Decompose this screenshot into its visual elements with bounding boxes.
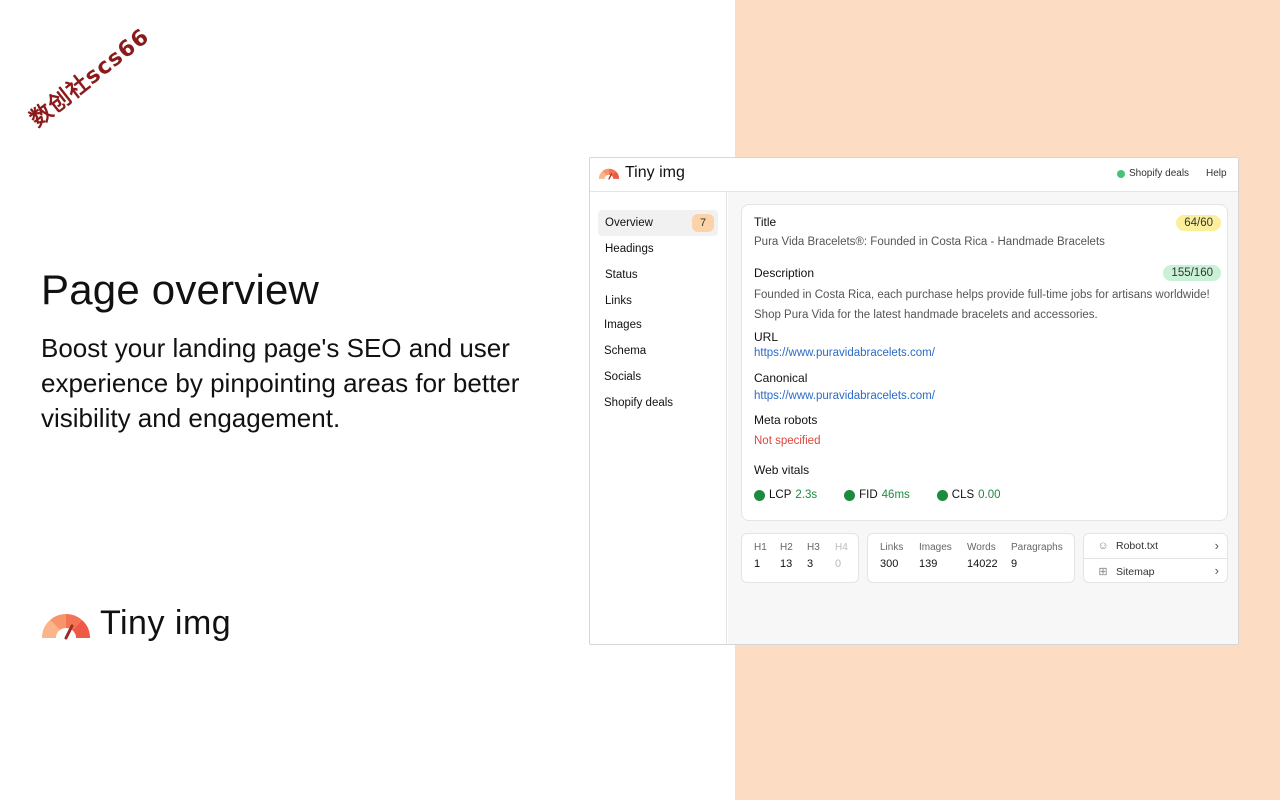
title-label: Title [754,215,777,229]
heading-stat: H4 0 [835,542,848,570]
content-summary-card[interactable]: Links 300 Images 139 Words 14022 Paragra… [867,533,1075,583]
vital-name: FID [859,489,878,501]
meta-robots-label: Meta robots [754,413,818,427]
page-subtitle: Boost your landing page's SEO and user e… [41,333,520,433]
sidebar-item-shopify-deals[interactable]: Shopify deals [598,390,718,416]
stat-label: H1 [754,542,767,553]
title-length-badge: 64/60 [1176,215,1221,231]
description-value: Founded in Costa Rica, each purchase hel… [754,289,1210,321]
sidebar-item-label: Status [605,269,638,281]
stat-value: 1 [754,558,761,570]
vital-lcp: LCP 2.3s [754,489,817,501]
sidebar-item-links[interactable]: Links [598,288,718,314]
sidebar-item-headings[interactable]: Headings [598,236,718,262]
shopify-deals-label: Shopify deals [1129,168,1190,179]
vital-cls: CLS 0.00 [936,489,1001,501]
status-dot-icon [1117,169,1125,178]
stat-label: Links [880,542,904,553]
brand-name: Tiny img [100,604,232,642]
sitemap-row[interactable]: ⊞ Sitemap › [1084,559,1227,584]
vital-value: 0.00 [978,489,1001,501]
content-stat: Words 14022 [967,542,998,570]
sidebar-item-label: Images [604,319,642,331]
headings-summary-card[interactable]: H1 1 H2 13 H3 3 H4 0 [741,533,859,583]
main-content: Title 64/60 Pura Vida Bracelets®: Founde… [728,192,1238,644]
stat-value: 139 [919,558,938,570]
vital-fid: FID 46ms [844,489,910,501]
vital-value: 2.3s [795,489,818,501]
count-badge: 7 [692,214,714,232]
title-value: Pura Vida Bracelets®: Founded in Costa R… [754,236,1105,248]
sidebar-item-label: Schema [604,345,647,357]
meta-robots-value: Not specified [754,435,821,447]
sidebar-item-socials[interactable]: Socials [598,364,718,390]
status-dot-icon [936,489,948,501]
sidebar-item-overview[interactable]: Overview 7 [598,210,718,236]
stat-value: 14022 [967,558,998,570]
stat-label: H4 [835,542,848,553]
gauge-logo-icon [41,613,91,639]
content-stat: Images 139 [919,542,952,570]
app-logo-text: Tiny img [625,164,685,181]
app-logo[interactable]: Tiny img [598,164,685,182]
vital-name: LCP [769,489,792,501]
sidebar-item-label: Links [605,295,632,307]
web-vitals-list: LCP 2.3s FID 46ms CLS 0.00 [754,489,1028,501]
app-topbar: Tiny img Shopify deals Help [590,158,1238,192]
stat-value: 9 [1011,558,1018,570]
stat-value: 3 [807,558,814,570]
brand-logo: Tiny img [40,604,231,643]
sidebar-item-status[interactable]: Status [598,262,718,288]
app-window: Tiny img Shopify deals Help Overview 7 H… [589,157,1239,645]
heading-stat: H1 1 [754,542,767,570]
canonical-link[interactable]: https://www.puravidabracelets.com/ [754,390,935,402]
stat-value: 13 [780,558,793,570]
description-length-badge: 155/160 [1163,265,1221,281]
description-label: Description [754,266,815,280]
overview-card: Title 64/60 Pura Vida Bracelets®: Founde… [741,204,1228,521]
url-label: URL [754,330,779,344]
web-vitals-label: Web vitals [754,463,810,477]
canonical-label: Canonical [754,371,808,385]
stat-value: 300 [880,558,899,570]
sidebar-item-images[interactable]: Images [598,312,718,338]
sidebar-item-label: Socials [604,371,642,383]
robots-txt-row[interactable]: ☺ Robot.txt › [1084,534,1227,559]
help-link[interactable]: Help [1206,168,1227,179]
resource-label: Robot.txt [1116,540,1159,552]
vital-value: 46ms [881,489,910,501]
sidebar-item-label: Overview [605,217,653,229]
vital-name: CLS [951,489,975,501]
sidebar-item-label: Shopify deals [604,397,674,409]
chevron-right-icon: › [1214,538,1219,553]
content-stat: Links 300 [880,542,903,570]
resource-label: Sitemap [1116,565,1155,578]
robot-icon: ☺ [1097,540,1109,552]
stat-label: H3 [807,542,820,553]
sidebar-item-schema[interactable]: Schema [598,338,718,364]
sitemap-icon: ⊞ [1098,566,1108,578]
status-dot-icon [754,489,765,501]
page-title: Page overview [41,266,320,313]
stat-label: Paragraphs [1011,542,1063,553]
url-link[interactable]: https://www.puravidabracelets.com/ [754,347,935,359]
heading-stat: H3 3 [807,542,820,570]
sidebar-item-label: Headings [605,243,654,255]
stat-label: Words [967,542,996,553]
sidebar: Overview 7 Headings Status Links Images … [590,192,727,644]
chevron-right-icon: › [1214,563,1219,578]
shopify-deals-link[interactable]: Shopify deals [1117,168,1189,179]
stat-label: H2 [780,542,793,553]
stat-label: Images [919,542,952,553]
resources-card: ☺ Robot.txt › ⊞ Sitemap › [1083,533,1228,583]
status-dot-icon [844,489,856,501]
heading-stat: H2 13 [780,542,793,570]
content-stat: Paragraphs 9 [1011,542,1063,570]
stat-value: 0 [835,558,842,570]
gauge-logo-icon [598,168,620,180]
